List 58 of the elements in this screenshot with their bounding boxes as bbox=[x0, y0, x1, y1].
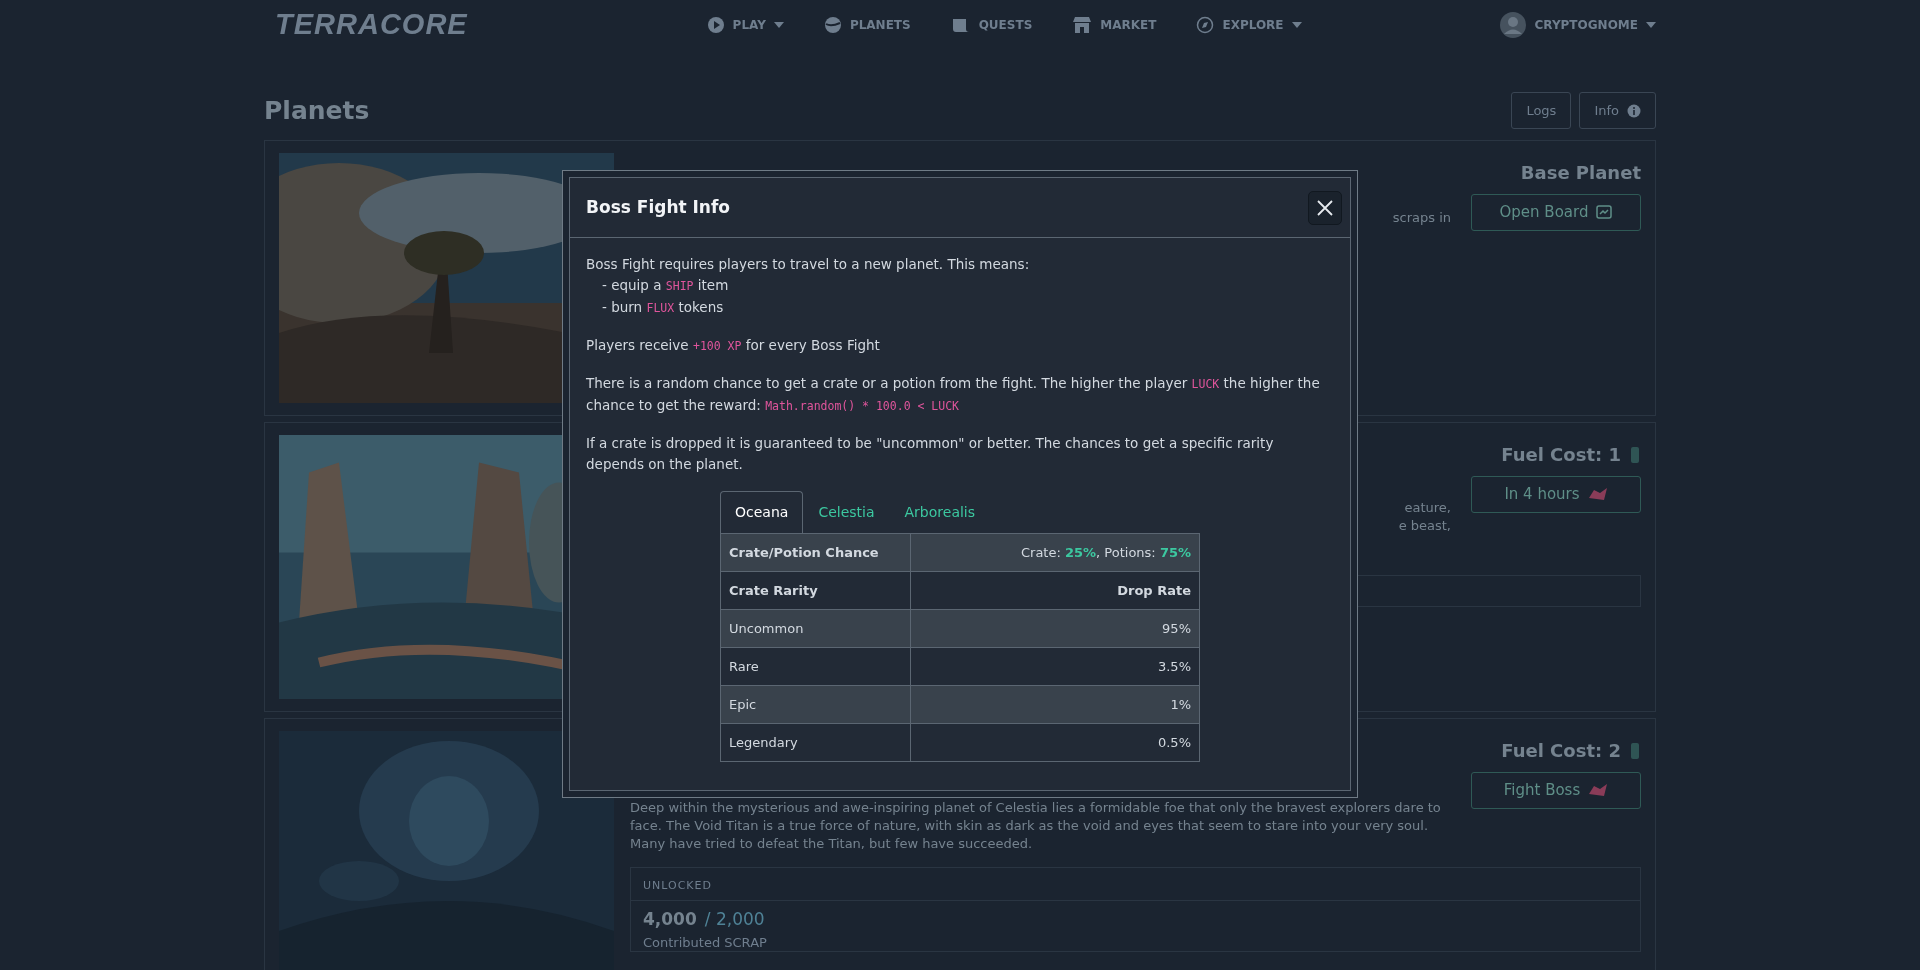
paragraph: Boss Fight requires players to travel to a new planet. This means: bbox=[586, 255, 1031, 274]
compass-icon bbox=[1196, 16, 1215, 34]
table-cell: Crate: 25%, Potions: 75% bbox=[910, 533, 1200, 572]
description-text: eature, bbox=[1404, 500, 1451, 515]
description-text: scraps in bbox=[1392, 210, 1451, 225]
logo[interactable]: TERRACORE bbox=[275, 3, 468, 47]
list-item: - burn FLUX tokens bbox=[602, 299, 724, 315]
paragraph: There is a random chance to get a crate or a potion from the fight. The higher the player LUCK the higher the chance to get the reward: Math.random() * 100.0 < LUCK bbox=[586, 374, 1321, 415]
open-board-button[interactable]: Open Board bbox=[1471, 194, 1641, 231]
table-cell: Uncommon bbox=[720, 609, 911, 648]
description-text: e beast, bbox=[1398, 518, 1451, 533]
table-cell: 3.5% bbox=[910, 647, 1200, 686]
nav-link[interactable]: PLAY bbox=[706, 16, 784, 34]
user-menu[interactable]: CRYPTOGNOME bbox=[1500, 12, 1656, 38]
shop-icon bbox=[1072, 16, 1093, 34]
avatar-icon bbox=[1500, 12, 1527, 38]
list-item: - equip a SHIP item bbox=[602, 277, 729, 293]
planet-description: Deep within the mysterious and awe-inspiring planet of Celestia lies a formidable foe that only the bravest explorers dare to face. The Void Titan is a true force of nature, with skin as dark as the void and eyes that seem to stare into your very soul. Many have tried to defeat the Titan, but few have succeeded. bbox=[630, 799, 1442, 853]
boss-button[interactable]: In 4 hours bbox=[1471, 476, 1641, 513]
close-button[interactable] bbox=[1308, 190, 1342, 225]
scrap-label: Contributed SCRAP bbox=[643, 934, 768, 951]
fuel-icon bbox=[1629, 740, 1641, 761]
table-cell: 0.5% bbox=[910, 723, 1200, 762]
table-cell: Legendary bbox=[720, 723, 911, 762]
board-icon bbox=[1596, 205, 1613, 220]
play-icon bbox=[706, 16, 725, 34]
table-cell: Crate Rarity bbox=[720, 571, 911, 610]
table-cell: Rare bbox=[720, 647, 911, 686]
status-label: UNLOCKED bbox=[643, 879, 712, 892]
table-cell: Crate/Potion Chance bbox=[720, 533, 911, 572]
scrap-amount: 4,000 bbox=[643, 908, 697, 931]
nav-link[interactable]: PLANETS bbox=[823, 16, 911, 34]
modal-title: Boss Fight Info bbox=[586, 197, 731, 218]
scrap-goal: / 2,000 bbox=[704, 908, 765, 931]
table-cell: Drop Rate bbox=[910, 571, 1200, 610]
info-icon bbox=[1627, 103, 1641, 118]
tab[interactable]: Arborealis bbox=[889, 491, 991, 533]
table-cell: 95% bbox=[910, 609, 1200, 648]
ship-icon bbox=[1587, 486, 1608, 503]
fuel-icon bbox=[1629, 444, 1641, 465]
nav-link[interactable]: QUESTS bbox=[950, 16, 1033, 34]
planet-label: Fuel Cost: 2 bbox=[1501, 739, 1621, 763]
info-button[interactable]: Info bbox=[1579, 91, 1656, 130]
ship-icon bbox=[1588, 782, 1609, 799]
table-cell: Epic bbox=[720, 685, 911, 724]
page-title: Planets bbox=[264, 95, 370, 126]
paragraph: If a crate is dropped it is guaranteed to be "uncommon" or better. The chances to get a specific rarity depends on the planet. bbox=[586, 434, 1275, 474]
boss-button[interactable]: Fight Boss bbox=[1471, 772, 1641, 809]
logs-button[interactable]: Logs bbox=[1511, 91, 1572, 130]
planet-label: Fuel Cost: 1 bbox=[1501, 443, 1621, 467]
tab[interactable]: Celestia bbox=[803, 491, 890, 533]
planet-icon bbox=[823, 16, 842, 34]
planet-label: Base Planet bbox=[1520, 161, 1641, 185]
table-cell: 1% bbox=[910, 685, 1200, 724]
nav-link[interactable]: EXPLORE bbox=[1196, 16, 1302, 34]
nav-link[interactable]: MARKET bbox=[1072, 16, 1157, 34]
paragraph: Players receive +100 XP for every Boss Fight bbox=[586, 336, 881, 355]
close-icon bbox=[1316, 198, 1334, 217]
